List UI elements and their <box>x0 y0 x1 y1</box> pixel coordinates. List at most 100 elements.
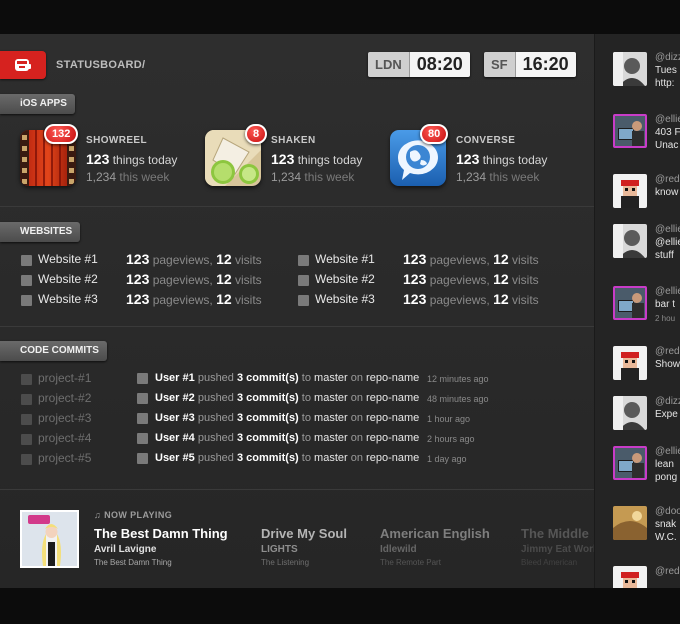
app-name: CONVERSE <box>456 135 516 146</box>
website-name: Website #1 <box>38 252 98 266</box>
music-note-icon: ♫ <box>94 510 102 520</box>
website-checkbox[interactable] <box>21 275 32 286</box>
commit-checkbox[interactable] <box>137 373 148 384</box>
tweet-text: Tues <box>655 65 677 76</box>
clock-time: 16:20 <box>515 52 576 77</box>
website-metrics: 123 pageviews, 12 visits <box>403 271 539 287</box>
notification-badge: 80 <box>420 124 449 144</box>
avatar[interactable] <box>613 286 647 320</box>
project-checkbox[interactable] <box>21 394 32 405</box>
tweet-time: 2 hou <box>655 314 676 323</box>
project-name: project-#1 <box>38 371 92 385</box>
app-showreel[interactable]: 132 SHOWREEL 123 things today 1,234 this… <box>20 124 190 190</box>
clock-city: LDN <box>368 52 410 77</box>
tweet-text: Show <box>655 359 680 370</box>
avatar[interactable] <box>613 446 647 480</box>
commit-time: 2 hours ago <box>427 434 475 444</box>
commit-entry: User #2 pushed 3 commit(s) to master on … <box>155 392 420 404</box>
now-playing-label: ♫ NOW PLAYING <box>94 510 173 520</box>
tweet-username[interactable]: @red <box>655 174 680 185</box>
section-label-websites: WEBSITES <box>0 222 81 242</box>
project-checkbox[interactable] <box>21 434 32 445</box>
section-label-commits: CODE COMMITS <box>0 341 107 361</box>
app-week: 1,234 this week <box>86 170 170 184</box>
twitter-sidebar: @dizz Tues http: @ellie 403 F Unac @red know @el… <box>594 34 680 588</box>
main-panel: STATUSBOARD/ LDN 08:20 SF 16:20 iOS APPS <box>0 34 594 588</box>
track-album: The Best Damn Thing <box>94 558 172 567</box>
website-metrics: 123 pageviews, 12 visits <box>126 291 262 307</box>
commit-checkbox[interactable] <box>137 453 148 464</box>
website-checkbox[interactable] <box>21 295 32 306</box>
website-checkbox[interactable] <box>298 295 309 306</box>
website-name: Website #1 <box>315 252 375 266</box>
commit-time: 1 day ago <box>427 454 467 464</box>
commit-entry: User #1 pushed 3 commit(s) to master on … <box>155 372 420 384</box>
app-week: 1,234 this week <box>456 170 540 184</box>
track-artist: Idlewild <box>380 544 417 555</box>
track-artist: Jimmy Eat World <box>521 544 594 555</box>
project-checkbox[interactable] <box>21 454 32 465</box>
project-name: project-#5 <box>38 451 92 465</box>
app-name: SHAKEN <box>271 135 316 146</box>
project-name: project-#3 <box>38 411 92 425</box>
avatar[interactable] <box>613 52 647 86</box>
tweet-text: W.C. <box>655 532 677 543</box>
track-title: American English <box>380 526 490 541</box>
commit-checkbox[interactable] <box>137 433 148 444</box>
avatar[interactable] <box>613 346 647 380</box>
track-album: The Remote Part <box>380 558 441 567</box>
project-checkbox[interactable] <box>21 414 32 425</box>
tweet-username[interactable]: @doo <box>655 506 680 517</box>
tweet-text: Unac <box>655 140 679 151</box>
app-shaken[interactable]: 8 SHAKEN 123 things today 1,234 this wee… <box>205 124 375 190</box>
tweet-text: know <box>655 187 679 198</box>
tweet-text: snak <box>655 519 677 530</box>
avatar[interactable] <box>613 174 647 208</box>
tweet-text: 403 F <box>655 127 680 138</box>
avatar[interactable] <box>613 566 647 588</box>
logo[interactable] <box>0 51 46 79</box>
commit-checkbox[interactable] <box>137 413 148 424</box>
track-recent[interactable]: American English Idlewild The Remote Par… <box>380 526 530 567</box>
project-name: project-#4 <box>38 431 92 445</box>
tweet-username[interactable]: @ellie <box>655 224 680 235</box>
commit-entry: User #3 pushed 3 commit(s) to master on … <box>155 412 420 424</box>
tweet-username[interactable]: @dizz <box>655 52 680 63</box>
avatar[interactable] <box>613 224 647 258</box>
avatar[interactable] <box>613 396 647 430</box>
track-current[interactable]: The Best Damn Thing Avril Lavigne The Be… <box>94 526 244 567</box>
commit-time: 1 hour ago <box>427 414 471 424</box>
tweet-text: @ellie <box>655 237 680 248</box>
commit-entry: User #4 pushed 3 commit(s) to master on … <box>155 432 420 444</box>
clock-sf: SF 16:20 <box>484 52 576 77</box>
website-checkbox[interactable] <box>298 255 309 266</box>
tweet-username[interactable]: @red <box>655 566 680 577</box>
website-checkbox[interactable] <box>21 255 32 266</box>
project-checkbox[interactable] <box>21 374 32 385</box>
notification-badge: 132 <box>44 124 79 144</box>
section-divider <box>0 489 594 490</box>
statusboard: STATUSBOARD/ LDN 08:20 SF 16:20 iOS APPS <box>0 34 680 588</box>
app-today: 123 things today <box>456 151 548 167</box>
section-divider <box>0 206 594 207</box>
avatar[interactable] <box>613 506 647 540</box>
tweet-username[interactable]: @red <box>655 346 680 357</box>
fist-icon <box>15 59 31 71</box>
track-recent[interactable]: The Middle Jimmy Eat World Bleed America… <box>521 526 594 567</box>
tweet-username[interactable]: @dizz <box>655 396 680 407</box>
website-name: Website #2 <box>38 272 98 286</box>
tweet-username[interactable]: @ellie <box>655 114 680 125</box>
avatar[interactable] <box>613 114 647 148</box>
website-checkbox[interactable] <box>298 275 309 286</box>
track-album: Bleed American <box>521 558 578 567</box>
clock-time: 08:20 <box>409 52 470 77</box>
tweet-username[interactable]: @ellie <box>655 286 680 297</box>
board-title: STATUSBOARD/ <box>56 59 146 71</box>
website-metrics: 123 pageviews, 12 visits <box>126 271 262 287</box>
track-title: The Best Damn Thing <box>94 526 228 541</box>
tweet-text: Expe <box>655 409 678 420</box>
tweet-username[interactable]: @ellie <box>655 446 680 457</box>
website-name: Website #3 <box>38 292 98 306</box>
commit-checkbox[interactable] <box>137 393 148 404</box>
app-converse[interactable]: 80 CONVERSE 123 things today 1,234 this … <box>390 124 560 190</box>
